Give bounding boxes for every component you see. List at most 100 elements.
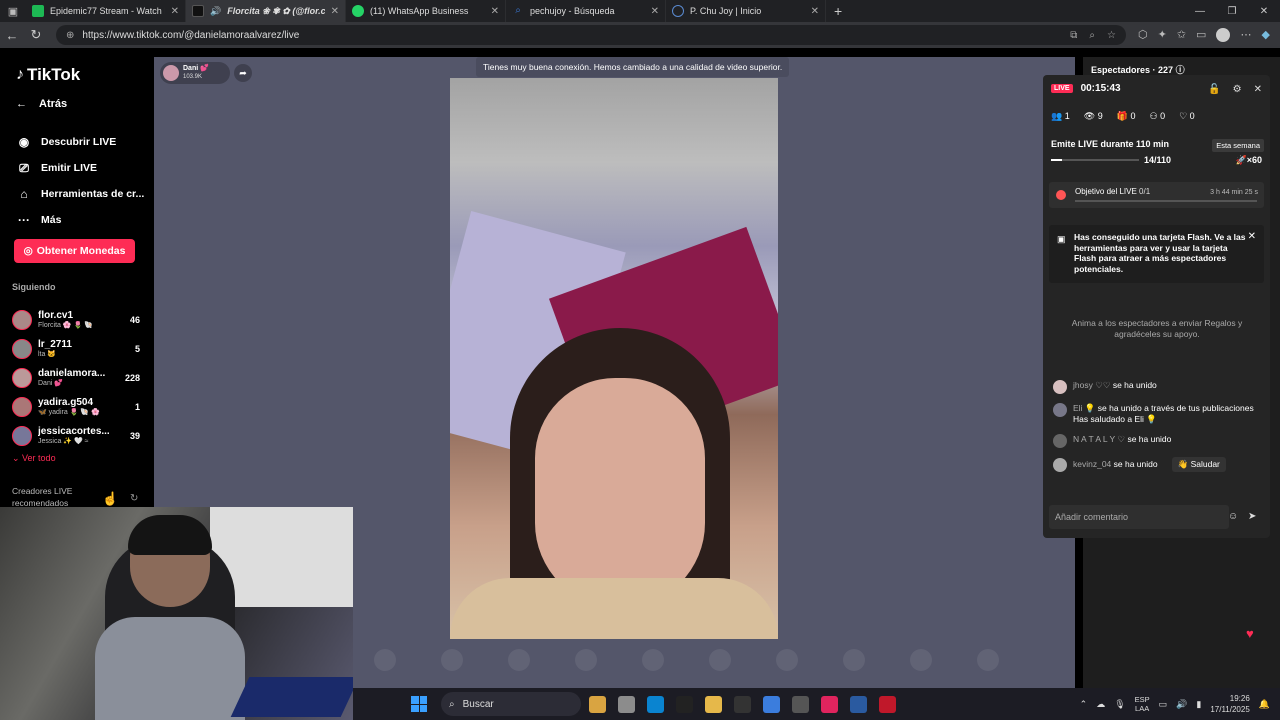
close-icon[interactable]: ✕ [1248, 231, 1256, 242]
taskbar-app-icon[interactable] [676, 695, 693, 713]
network-icon[interactable]: ▭ [1159, 699, 1168, 710]
live-video[interactable] [450, 78, 778, 639]
heart-outline-icon: ♡ [1179, 111, 1188, 121]
open-app-icon[interactable]: ⧉ [1070, 30, 1077, 41]
speaker-icon[interactable]: 🔊 [210, 6, 221, 17]
settings-icon[interactable]: ⚙ [1233, 84, 1242, 95]
taskbar-app-icon[interactable] [792, 695, 809, 713]
following-name: flor.cv1 [38, 310, 74, 321]
star-icon[interactable]: ☆ [1107, 30, 1116, 41]
chat-text: Eli 💡 se ha unido a través de tus public… [1073, 403, 1254, 425]
cloud-icon[interactable]: ☁ [1096, 699, 1105, 710]
taskbar-app-icon[interactable] [618, 695, 635, 713]
week-badge[interactable]: Esta semana [1212, 139, 1264, 152]
chat-list: jhosy ♡♡ se ha unido Eli 💡 se ha unido a… [1053, 380, 1263, 481]
lock-icon[interactable]: 🔓 [1208, 84, 1220, 95]
new-tab-icon[interactable]: + [826, 3, 850, 19]
taskbar-app-icon[interactable] [734, 695, 751, 713]
collections-icon[interactable]: ▭ [1196, 28, 1206, 42]
close-icon[interactable]: ✕ [491, 6, 499, 17]
menu-item-emitir-live[interactable]: ⎚ Emitir LIVE [16, 155, 146, 181]
chat-item: jhosy ♡♡ se ha unido [1053, 380, 1263, 394]
mic-icon[interactable]: 🎙 [1114, 699, 1125, 710]
tab-busqueda[interactable]: ⌕ pechujoy - Búsqueda ✕ [506, 0, 666, 22]
chat-message: se ha unido a través de tus publicacione… [1073, 403, 1254, 424]
menu-item-herramientas[interactable]: ⌂ Herramientas de cr... [16, 181, 146, 207]
send-icon[interactable]: ➤ [1248, 511, 1256, 522]
taskbar-search[interactable]: ⌕ Buscar [441, 692, 581, 716]
close-icon[interactable]: ✕ [1254, 84, 1262, 95]
back-arrow-icon[interactable]: ← [0, 28, 24, 43]
favorites-icon[interactable]: ✩ [1177, 28, 1186, 42]
live-objective[interactable]: Objetivo del LIVE 0/1 3 h 44 min 25 s [1049, 182, 1264, 208]
following-item[interactable]: lr_2711 lta 🐱 5 [12, 334, 140, 363]
following-item[interactable]: danielamora... Dani 💕 228 [12, 363, 140, 392]
tab-actions-icon[interactable]: ▣ [0, 0, 26, 22]
extension-icon[interactable]: ⬡ [1138, 28, 1148, 42]
minimize-icon[interactable]: — [1184, 6, 1216, 17]
viewer-count: 46 [129, 314, 140, 325]
chevron-up-icon[interactable]: ⌃ [1080, 699, 1088, 710]
chat-user[interactable]: N A T A L Y ♡ [1073, 434, 1125, 444]
windows-start-icon[interactable] [411, 696, 427, 712]
following-item[interactable]: jessicacortes... Jessica ✨ 🤍 ≈ 39 [12, 421, 140, 450]
notification-icon[interactable]: 🔔 [1259, 699, 1270, 710]
close-icon[interactable]: ✕ [331, 6, 339, 17]
ver-todo-link[interactable]: ⌄ Ver todo [12, 453, 56, 464]
taskbar-app-icon[interactable] [821, 695, 838, 713]
maximize-icon[interactable]: ❐ [1216, 6, 1248, 17]
close-window-icon[interactable]: ✕ [1248, 6, 1280, 17]
menu-item-descubrir-live[interactable]: ◉ Descubrir LIVE [16, 129, 146, 155]
clock[interactable]: 19:26 17/11/2025 [1210, 693, 1249, 715]
site-info-icon[interactable]: ⊕ [66, 30, 74, 41]
profile-avatar[interactable] [1216, 28, 1231, 42]
emoji-icon[interactable]: ☺ [1228, 511, 1238, 522]
taskbar-app-icon[interactable] [879, 695, 896, 713]
language-indicator[interactable]: ESP LAA [1135, 695, 1150, 713]
extension-puzzle-icon[interactable]: ✦ [1158, 28, 1167, 42]
url-field[interactable]: ⊕ https://www.tiktok.com/@danielamoraalv… [56, 25, 1126, 45]
saludar-button[interactable]: 👋 Saludar [1171, 457, 1226, 472]
chat-user[interactable]: jhosy ♡♡ [1073, 380, 1110, 390]
reaction-bubble [642, 649, 664, 671]
live-studio-panel: LIVE 00:15:43 🔓 ⚙ ✕ 👥 1 👁 9 🎁 0 ⚇ 0 ♡ 0 … [1043, 75, 1270, 538]
taskbar-app-icon[interactable] [763, 695, 780, 713]
volume-icon[interactable]: 🔊 [1176, 699, 1187, 710]
taskbar-app-icon[interactable] [647, 695, 664, 713]
taskbar-app-icon[interactable] [589, 695, 606, 713]
share-icon[interactable]: ➦ [234, 64, 252, 82]
following-item[interactable]: flor.cv1 Florcita 🌸 🌷 🐚 46 [12, 305, 140, 334]
chat-user[interactable]: Eli 💡 [1073, 403, 1095, 413]
tab-tiktok[interactable]: 🔊 Florcita ❀ ✾ ✿ (@flor.cv1) ... ✕ [186, 0, 346, 22]
close-icon[interactable]: ✕ [651, 6, 659, 17]
back-button[interactable]: ← Atrás [16, 98, 67, 110]
lang-bottom: LAA [1135, 704, 1150, 713]
address-bar-row: ← ↻ ⊕ https://www.tiktok.com/@danielamor… [0, 22, 1280, 48]
taskbar-app-icon[interactable] [850, 695, 867, 713]
menu-dots-icon[interactable]: ⋯ [1240, 28, 1251, 42]
tab-epidemic[interactable]: Epidemic77 Stream - Watch Live ... ✕ [26, 0, 186, 22]
tab-whatsapp[interactable]: (11) WhatsApp Business ✕ [346, 0, 506, 22]
home-icon: ⌂ [20, 187, 28, 201]
close-icon[interactable]: ✕ [811, 6, 819, 17]
taskbar-app-icon[interactable] [705, 695, 722, 713]
battery-icon[interactable]: ▮ [1196, 699, 1201, 710]
user-add-icon: ⚇ [1149, 111, 1158, 121]
chat-user[interactable]: kevinz_04 [1073, 459, 1111, 469]
host-chip[interactable]: Dani 💕 103.9K [160, 62, 230, 84]
menu-item-label: Descubrir LIVE [41, 136, 117, 148]
progress-fill [1051, 159, 1063, 161]
tab-chujoy[interactable]: P. Chu Joy | Inicio ✕ [666, 0, 826, 22]
zoom-icon[interactable]: ⌕ [1089, 30, 1095, 41]
obtener-monedas-button[interactable]: ◎ Obtener Monedas [14, 239, 135, 263]
menu-item-mas[interactable]: ··· Más [16, 207, 146, 233]
following-item[interactable]: yadira.g504 🦋 yadira 🌷 🐚 🌸 1 [12, 392, 140, 421]
reload-icon[interactable]: ↻ [24, 27, 48, 43]
refresh-icon[interactable]: ↻ [130, 493, 138, 504]
copilot-icon[interactable]: ◆ [1261, 28, 1269, 42]
info-icon[interactable]: ⓘ [1176, 65, 1185, 75]
tiktok-logo[interactable]: ♪ TikTok [16, 65, 80, 85]
close-icon[interactable]: ✕ [171, 6, 179, 17]
comment-input[interactable]: Añadir comentario [1049, 505, 1229, 529]
heart-icon[interactable]: ♥ [1246, 626, 1254, 641]
